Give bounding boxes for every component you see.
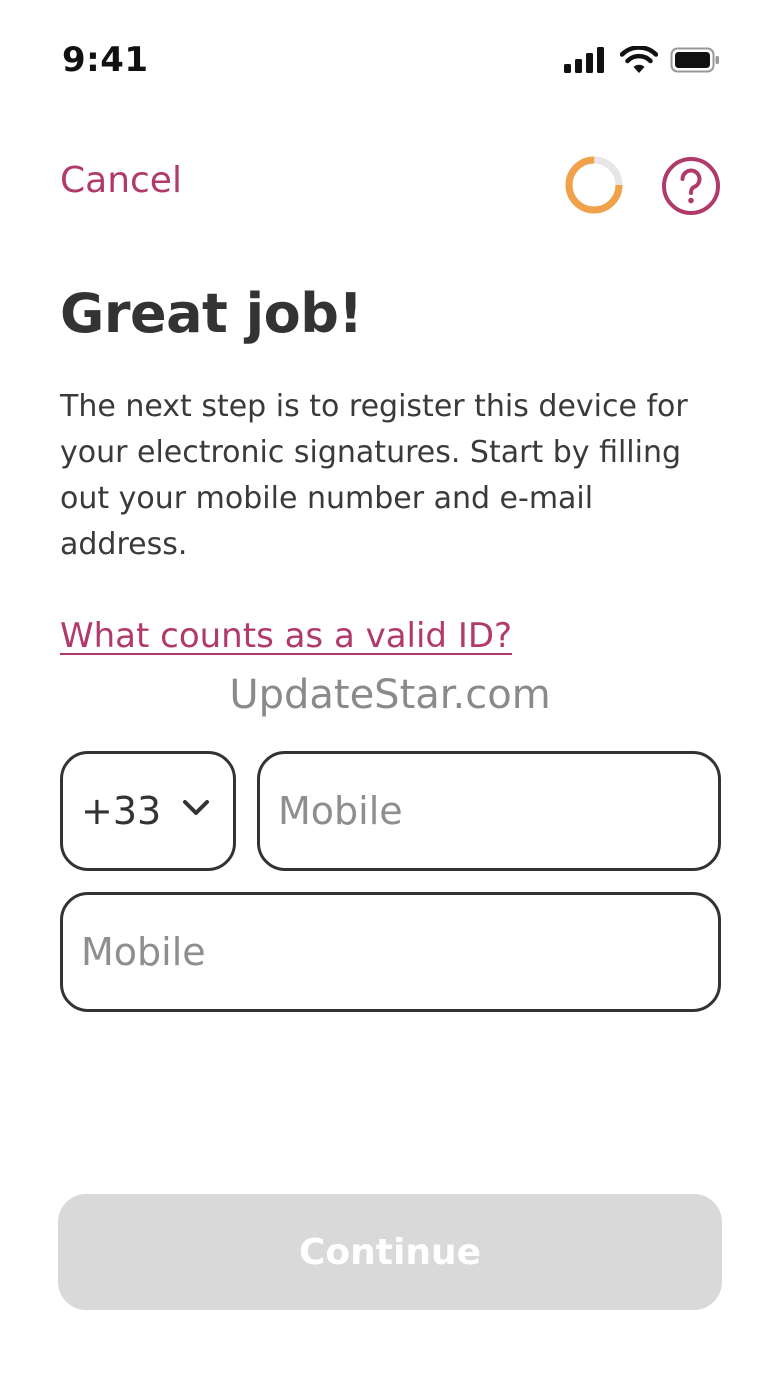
question-mark-icon	[662, 157, 720, 215]
description-text: The next step is to register this device…	[60, 389, 688, 562]
country-code-select[interactable]: +33	[60, 751, 236, 871]
battery-icon	[670, 47, 719, 73]
country-code-value: +33	[81, 789, 162, 833]
second-field-container	[60, 892, 721, 1012]
progress-ring-icon	[565, 156, 623, 214]
valid-id-link[interactable]: What counts as a valid ID?	[60, 616, 512, 656]
second-mobile-input[interactable]	[63, 895, 718, 1009]
cellular-signal-icon	[564, 47, 604, 73]
wifi-icon	[620, 46, 658, 73]
mobile-input[interactable]	[260, 754, 718, 868]
status-time: 9:41	[62, 40, 149, 80]
cancel-button[interactable]: Cancel	[60, 160, 182, 201]
help-button[interactable]	[661, 156, 721, 216]
status-icons	[564, 46, 720, 74]
page-title: Great job!	[60, 282, 363, 345]
watermark-text: UpdateStar.com	[229, 672, 551, 718]
continue-button[interactable]: Continue	[58, 1194, 722, 1310]
chevron-down-icon	[183, 800, 209, 815]
mobile-field-container	[257, 751, 721, 871]
